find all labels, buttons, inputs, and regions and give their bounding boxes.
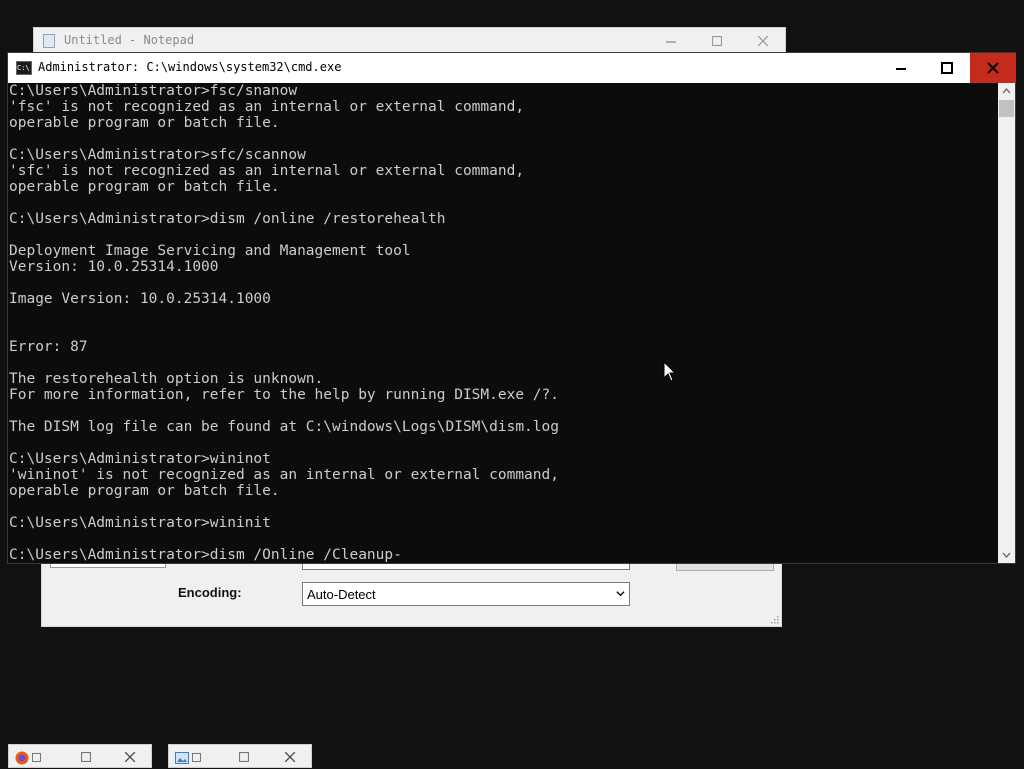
notepad-minimize-button[interactable]: [648, 28, 694, 54]
notepad-close-button[interactable]: [740, 28, 786, 54]
image-viewer-window-thumbnail[interactable]: [168, 744, 312, 768]
minimize-icon: [666, 41, 676, 43]
resize-grip-icon[interactable]: [769, 614, 779, 624]
firefox-window-thumbnail[interactable]: [8, 744, 152, 768]
scrollbar-thumb[interactable]: [999, 100, 1014, 117]
image-icon: [175, 752, 189, 764]
chevron-down-icon: [1002, 552, 1011, 558]
firefox-icon: [15, 751, 29, 765]
window-icon: [32, 753, 41, 762]
restore-icon: [239, 752, 249, 762]
chevron-down-icon: [616, 591, 625, 597]
maximize-icon: [941, 62, 953, 74]
thumbnail-close-button[interactable]: [115, 745, 145, 769]
scroll-down-button[interactable]: [998, 546, 1015, 563]
restore-icon: [81, 752, 91, 762]
minimize-icon: [896, 68, 906, 70]
cmd-close-button[interactable]: [970, 53, 1016, 83]
mouse-cursor-icon: [663, 361, 677, 382]
vertical-scrollbar[interactable]: [998, 83, 1015, 563]
close-icon: [285, 752, 295, 762]
close-icon: [987, 62, 999, 74]
maximize-icon: [712, 36, 722, 46]
cmd-maximize-button[interactable]: [924, 53, 970, 83]
cmd-app-icon: C:\: [16, 61, 32, 75]
cmd-minimize-button[interactable]: [878, 53, 924, 83]
close-icon: [125, 752, 135, 762]
scroll-up-button[interactable]: [998, 83, 1015, 100]
encoding-select[interactable]: Auto-Detect: [302, 582, 630, 606]
console-text: C:\Users\Administrator>fsc/snanow 'fsc' …: [9, 83, 559, 563]
notepad-window[interactable]: Untitled - Notepad: [33, 27, 786, 53]
cmd-title: Administrator: C:\windows\system32\cmd.e…: [38, 60, 342, 74]
chevron-up-icon: [1002, 88, 1011, 94]
cmd-titlebar[interactable]: C:\ Administrator: C:\windows\system32\c…: [8, 53, 1016, 83]
window-icon: [192, 753, 201, 762]
thumbnail-restore-button[interactable]: [71, 745, 101, 769]
cmd-window[interactable]: C:\ Administrator: C:\windows\system32\c…: [7, 52, 1016, 564]
console-output[interactable]: C:\Users\Administrator>fsc/snanow 'fsc' …: [8, 83, 1000, 563]
open-file-dialog: Encoding: Auto-Detect: [41, 562, 782, 627]
notepad-maximize-button[interactable]: [694, 28, 740, 54]
notepad-title: Untitled - Notepad: [64, 33, 195, 47]
encoding-value: Auto-Detect: [307, 587, 376, 602]
notepad-icon: [43, 34, 55, 48]
thumbnail-close-button[interactable]: [275, 745, 305, 769]
thumbnail-restore-button[interactable]: [229, 745, 259, 769]
close-icon: [758, 36, 768, 46]
encoding-label: Encoding:: [178, 585, 242, 600]
